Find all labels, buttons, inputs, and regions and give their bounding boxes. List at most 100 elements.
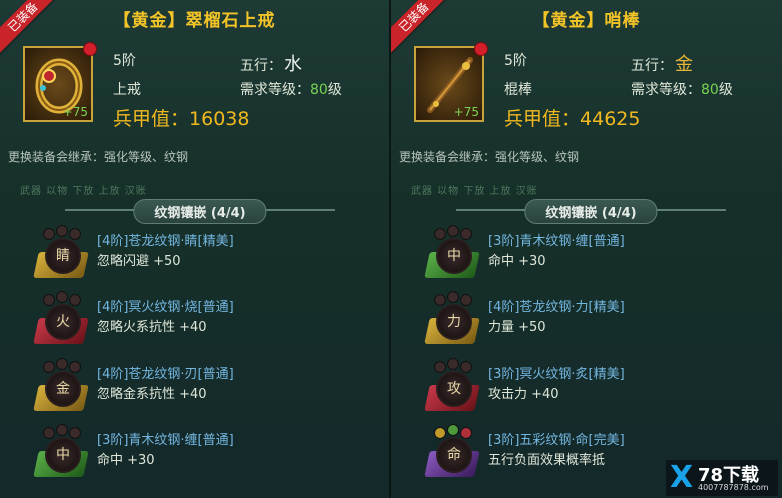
inherit-note: 更换装备会继承：强化等级、纹钢: [399, 150, 580, 164]
gem-bead: [43, 228, 55, 240]
inherit-note: 更换装备会继承：强化等级、纹钢: [8, 150, 189, 164]
gem-bead: [434, 228, 446, 240]
gem-bead: [434, 361, 446, 373]
watermark-x-logo: X: [670, 460, 694, 495]
gem-attribute: 忽略闪避 +50: [97, 254, 181, 269]
gem-bead: [460, 228, 472, 240]
gem-glyph: 中: [436, 238, 472, 274]
gem-attribute: 五行负面效果概率抵: [488, 453, 606, 468]
gem-bead: [447, 291, 459, 303]
gem-icon: 火: [33, 291, 89, 356]
divider: [265, 209, 335, 211]
req-level-row: 需求等级：80级: [631, 79, 733, 99]
gem-icon: 睛: [33, 225, 89, 290]
gem-bead: [56, 291, 68, 303]
inlay-gem-slot[interactable]: 中 [3阶]青木纹钢·缠[普通] 命中 +30: [424, 225, 724, 290]
wuxing-label: 五行：: [240, 58, 282, 74]
gem-attribute: 攻击力 +40: [488, 387, 559, 402]
gem-icon: 力: [424, 291, 480, 356]
gem-name: [3阶]青木纹钢·缠[普通]: [488, 234, 625, 249]
gem-bead: [434, 294, 446, 306]
gem-icon: 攻: [424, 358, 480, 423]
gem-glyph: 攻: [436, 371, 472, 407]
power-value: 44625: [580, 108, 641, 130]
gem-bead: [460, 294, 472, 306]
gem-bead: [69, 361, 81, 373]
gem-bead: [43, 427, 55, 439]
watermark-url: 4007787878.com: [698, 483, 769, 492]
gem-bead: [447, 225, 459, 237]
req-level: 80: [310, 82, 328, 98]
gem-attribute: 忽略火系抗性 +40: [97, 320, 207, 335]
power-label: 兵甲值：: [113, 108, 190, 130]
item-title: 【黄金】哨棒: [532, 11, 641, 31]
gem-bead: [69, 427, 81, 439]
req-level-row: 需求等级：80级: [240, 79, 342, 99]
item-stage: 5阶: [113, 53, 136, 69]
gem-icon: 中: [33, 424, 89, 489]
wuxing-row: 五行：水: [240, 50, 304, 75]
req-suffix: 级: [718, 82, 733, 98]
gem-bead: [43, 361, 55, 373]
inlay-gem-slot[interactable]: 攻 [3阶]冥火纹钢·炙[精美] 攻击力 +40: [424, 358, 724, 423]
power-label: 兵甲值：: [504, 108, 581, 130]
req-label: 需求等级：: [240, 82, 310, 98]
gem-attribute: 力量 +50: [488, 320, 546, 335]
gem-bead: [460, 361, 472, 373]
inlay-section-header: 纹钢镶嵌 (4/4): [456, 197, 726, 224]
req-level: 80: [701, 82, 719, 98]
gem-bead: [69, 228, 81, 240]
gem-glyph: 中: [45, 437, 81, 473]
inlay-section-title: 纹钢镶嵌 (4/4): [133, 199, 267, 224]
item-stage: 5阶: [504, 53, 527, 69]
gem-bead: [69, 294, 81, 306]
gem-name: [4阶]冥火纹钢·烧[普通]: [97, 300, 234, 315]
gem-name: [4阶]苍龙纹钢·睛[精美]: [97, 234, 234, 249]
faded-tabs: 武器 以物 下放 上放 汉账: [411, 186, 538, 197]
gem-name: [4阶]苍龙纹钢·力[精美]: [488, 300, 625, 315]
red-gem-icon: [474, 42, 488, 56]
inlay-gem-slot[interactable]: 金 [4阶]苍龙纹钢·刃[普通] 忽略金系抗性 +40: [33, 358, 333, 421]
faded-tabs: 武器 以物 下放 上放 汉账: [20, 186, 147, 197]
gem-name: [3阶]五彩纹钢·命[完美]: [488, 433, 625, 448]
equipment-panel-left: 已装备 【黄金】翠榴石上戒 +75 5阶 五行：水 上戒 需求等级：80级 兵甲…: [0, 0, 391, 498]
metal-element-icon: 金: [675, 54, 693, 75]
item-type: 上戒: [113, 82, 141, 98]
inlay-gem-slot[interactable]: 力 [4阶]苍龙纹钢·力[精美] 力量 +50: [424, 291, 724, 356]
gem-glyph: 金: [45, 371, 81, 407]
gem-bead: [56, 225, 68, 237]
enhance-level: +75: [453, 105, 479, 119]
enhance-level: +75: [62, 105, 88, 119]
gem-name: [3阶]青木纹钢·缠[普通]: [97, 433, 234, 448]
inlay-gem-slot[interactable]: 中 [3阶]青木纹钢·缠[普通] 命中 +30: [33, 424, 333, 489]
equipment-panel-right: 已装备 【黄金】哨棒 +75 5阶 五行：金 棍棒 需求等级：80级 兵甲值：4…: [391, 0, 782, 498]
gem-bead: [434, 427, 446, 439]
gem-bead: [56, 424, 68, 436]
gem-attribute: 命中 +30: [488, 254, 546, 269]
gem-name: [4阶]苍龙纹钢·刃[普通]: [97, 367, 234, 382]
gem-bead: [447, 358, 459, 370]
gem-glyph: 力: [436, 304, 472, 340]
gem-name: [3阶]冥火纹钢·炙[精美]: [488, 367, 625, 382]
item-type: 棍棒: [504, 82, 532, 98]
gem-glyph: 命: [436, 437, 472, 473]
ring-item-icon[interactable]: +75: [23, 42, 97, 122]
power-value: 16038: [189, 108, 250, 130]
inlay-gem-slot[interactable]: 睛 [4阶]苍龙纹钢·睛[精美] 忽略闪避 +50: [33, 225, 333, 290]
gem-icon: 中: [424, 225, 480, 290]
staff-item-icon[interactable]: +75: [414, 42, 488, 122]
inlay-gem-slot[interactable]: 火 [4阶]冥火纹钢·烧[普通] 忽略火系抗性 +40: [33, 291, 333, 356]
divider: [65, 209, 135, 211]
gem-attribute: 忽略金系抗性 +40: [97, 387, 207, 402]
wuxing-label: 五行：: [631, 58, 673, 74]
req-label: 需求等级：: [631, 82, 701, 98]
water-element-icon: 水: [284, 54, 302, 75]
gem-bead: [460, 427, 472, 439]
divider: [656, 209, 726, 211]
gem-attribute: 命中 +30: [97, 453, 155, 468]
power-row: 兵甲值：16038: [113, 104, 249, 131]
req-suffix: 级: [327, 82, 342, 98]
gem-glyph: 睛: [45, 238, 81, 274]
item-title: 【黄金】翠榴石上戒: [113, 11, 276, 31]
power-row: 兵甲值：44625: [504, 104, 640, 131]
